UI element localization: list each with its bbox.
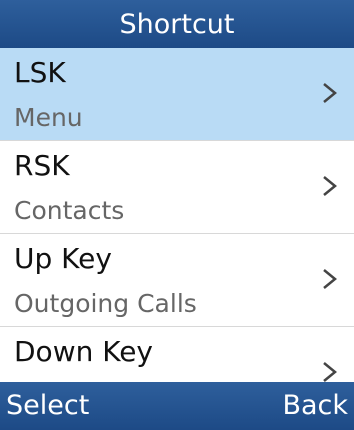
page-title: Shortcut (119, 8, 235, 40)
shortcut-list: LSK Menu RSK Contacts Up Key Outgoing Ca… (0, 48, 354, 382)
item-label: Up Key (14, 242, 112, 275)
chevron-right-icon (323, 269, 337, 289)
item-label: LSK (14, 56, 66, 89)
back-softkey[interactable]: Back (282, 390, 348, 421)
list-item-up-key[interactable]: Up Key Outgoing Calls (0, 234, 354, 327)
softkey-bar: Select Back (0, 382, 354, 430)
select-softkey[interactable]: Select (6, 390, 89, 421)
list-item-rsk[interactable]: RSK Contacts (0, 141, 354, 234)
item-value: Menu (14, 103, 83, 132)
chevron-right-icon (323, 362, 337, 382)
item-label: RSK (14, 149, 70, 182)
item-value: Contacts (14, 196, 125, 225)
chevron-right-icon (323, 83, 337, 103)
item-value: Outgoing Calls (14, 289, 197, 318)
chevron-right-icon (323, 176, 337, 196)
title-bar: Shortcut (0, 0, 354, 48)
item-label: Down Key (14, 335, 154, 368)
list-item-down-key[interactable]: Down Key (0, 327, 354, 382)
list-item-lsk[interactable]: LSK Menu (0, 48, 354, 141)
